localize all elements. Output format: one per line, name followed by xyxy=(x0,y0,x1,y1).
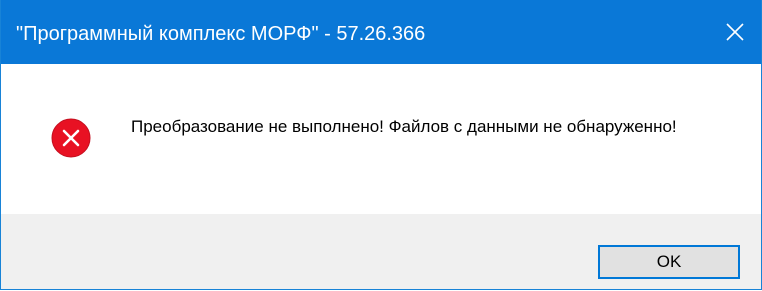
error-dialog: "Программный комплекс МОРФ" - 57.26.366 … xyxy=(0,0,762,290)
button-bar: OK xyxy=(1,214,761,289)
window-title: "Программный комплекс МОРФ" - 57.26.366 xyxy=(16,23,426,45)
close-button[interactable] xyxy=(709,0,761,64)
ok-button[interactable]: OK xyxy=(598,245,740,279)
message-area: Преобразование не выполнено! Файлов с да… xyxy=(1,64,761,214)
title-bar[interactable]: "Программный комплекс МОРФ" - 57.26.366 xyxy=(1,0,761,64)
close-icon xyxy=(726,23,744,41)
error-icon xyxy=(51,118,91,158)
message-text: Преобразование не выполнено! Файлов с да… xyxy=(131,117,677,136)
